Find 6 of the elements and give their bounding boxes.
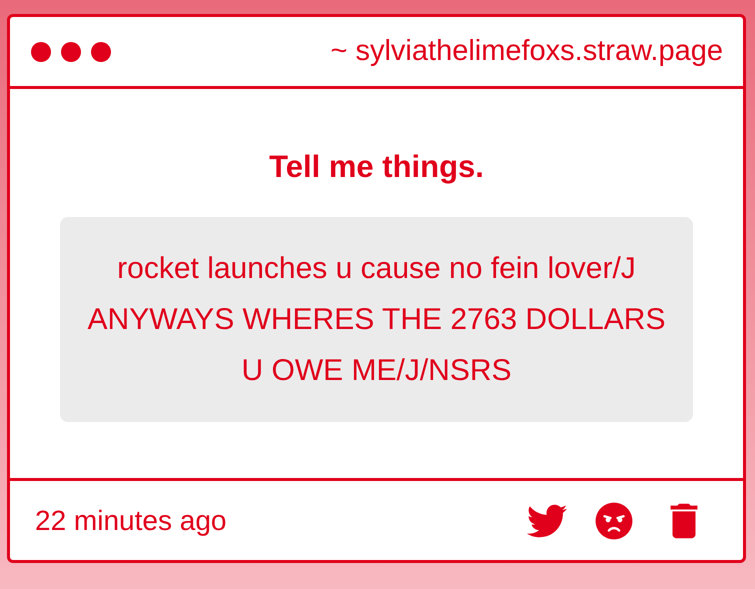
prompt-title: Tell me things. <box>269 148 484 186</box>
message-box: rocket launches u cause no fein lover/J ANYWAYS WHERES THE 2763 DOLLARS U OWE ME/J/NSRS <box>60 217 693 422</box>
angry-face-button[interactable] <box>595 502 633 540</box>
window-dots-icon <box>30 40 112 62</box>
timestamp: 22 minutes ago <box>35 504 226 538</box>
page-url: ~ sylviathelimefoxs.straw.page <box>330 34 723 69</box>
